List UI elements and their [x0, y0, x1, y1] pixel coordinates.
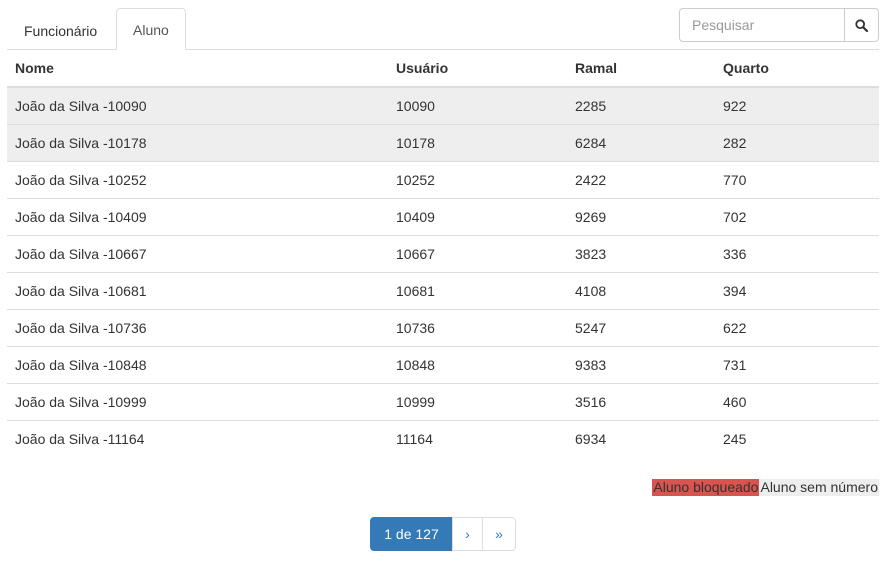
cell-nome: João da Silva -10090	[7, 87, 388, 124]
cell-nome: João da Silva -10178	[7, 123, 388, 161]
cell-ramal: 9383	[567, 345, 715, 383]
page: Funcionário Aluno Nome Usuário Ramal Qua…	[0, 0, 893, 565]
cell-quarto: 394	[715, 271, 879, 309]
cell-ramal: 6934	[567, 419, 715, 457]
header-ramal[interactable]: Ramal	[567, 50, 715, 88]
legend-blocked: Aluno bloqueado	[652, 479, 760, 496]
table-row[interactable]: João da Silva -10090 10090 2285 922	[7, 87, 879, 124]
table-row[interactable]: João da Silva -10848 10848 9383 731	[7, 345, 879, 383]
cell-ramal: 6284	[567, 123, 715, 161]
cell-quarto: 336	[715, 234, 879, 272]
status-legend: Aluno bloqueado Aluno sem número	[652, 479, 879, 496]
cell-usuario: 10252	[388, 160, 567, 198]
cell-usuario: 10999	[388, 382, 567, 420]
cell-quarto: 282	[715, 123, 879, 161]
header-quarto[interactable]: Quarto	[715, 50, 879, 88]
cell-usuario: 11164	[388, 419, 567, 457]
header-nome[interactable]: Nome	[7, 50, 388, 88]
cell-nome: João da Silva -10848	[7, 345, 388, 383]
cell-nome: João da Silva -10736	[7, 308, 388, 346]
cell-nome: João da Silva -10999	[7, 382, 388, 420]
cell-ramal: 2285	[567, 87, 715, 124]
page-next-button[interactable]: ›	[452, 517, 483, 551]
search-input[interactable]	[679, 8, 844, 42]
table-row[interactable]: João da Silva -10252 10252 2422 770	[7, 160, 879, 198]
tab-aluno[interactable]: Aluno	[116, 8, 186, 50]
cell-ramal: 4108	[567, 271, 715, 309]
cell-nome: João da Silva -10409	[7, 197, 388, 235]
cell-quarto: 460	[715, 382, 879, 420]
cell-quarto: 622	[715, 308, 879, 346]
cell-quarto: 770	[715, 160, 879, 198]
search-button[interactable]	[844, 8, 879, 42]
pagination: 1 de 127 › »	[370, 517, 516, 551]
cell-ramal: 9269	[567, 197, 715, 235]
cell-usuario: 10409	[388, 197, 567, 235]
cell-usuario: 10667	[388, 234, 567, 272]
table-row[interactable]: João da Silva -10667 10667 3823 336	[7, 234, 879, 272]
legend-no-number: Aluno sem número	[759, 479, 879, 496]
cell-usuario: 10681	[388, 271, 567, 309]
cell-usuario: 10178	[388, 123, 567, 161]
page-current[interactable]: 1 de 127	[370, 517, 453, 551]
cell-usuario: 10090	[388, 87, 567, 124]
table-row[interactable]: João da Silva -10409 10409 9269 702	[7, 197, 879, 235]
cell-nome: João da Silva -11164	[7, 419, 388, 457]
cell-ramal: 3823	[567, 234, 715, 272]
cell-usuario: 10848	[388, 345, 567, 383]
table-row[interactable]: João da Silva -11164 11164 6934 245	[7, 419, 879, 457]
cell-nome: João da Silva -10667	[7, 234, 388, 272]
tab-funcionario[interactable]: Funcionário	[7, 9, 114, 51]
cell-usuario: 10736	[388, 308, 567, 346]
table-row[interactable]: João da Silva -10178 10178 6284 282	[7, 123, 879, 161]
table-row[interactable]: João da Silva -10681 10681 4108 394	[7, 271, 879, 309]
cell-ramal: 3516	[567, 382, 715, 420]
table-header-row: Nome Usuário Ramal Quarto	[7, 50, 879, 88]
header-usuario[interactable]: Usuário	[388, 50, 567, 88]
cell-quarto: 731	[715, 345, 879, 383]
students-table: Nome Usuário Ramal Quarto João da Silva …	[7, 50, 879, 457]
cell-quarto: 922	[715, 87, 879, 124]
search-icon	[855, 18, 868, 32]
search-group	[679, 8, 879, 42]
cell-nome: João da Silva -10681	[7, 271, 388, 309]
cell-ramal: 5247	[567, 308, 715, 346]
table-row[interactable]: João da Silva -10736 10736 5247 622	[7, 308, 879, 346]
table-row[interactable]: João da Silva -10999 10999 3516 460	[7, 382, 879, 420]
cell-nome: João da Silva -10252	[7, 160, 388, 198]
cell-ramal: 2422	[567, 160, 715, 198]
page-last-button[interactable]: »	[482, 517, 516, 551]
cell-quarto: 702	[715, 197, 879, 235]
cell-quarto: 245	[715, 419, 879, 457]
